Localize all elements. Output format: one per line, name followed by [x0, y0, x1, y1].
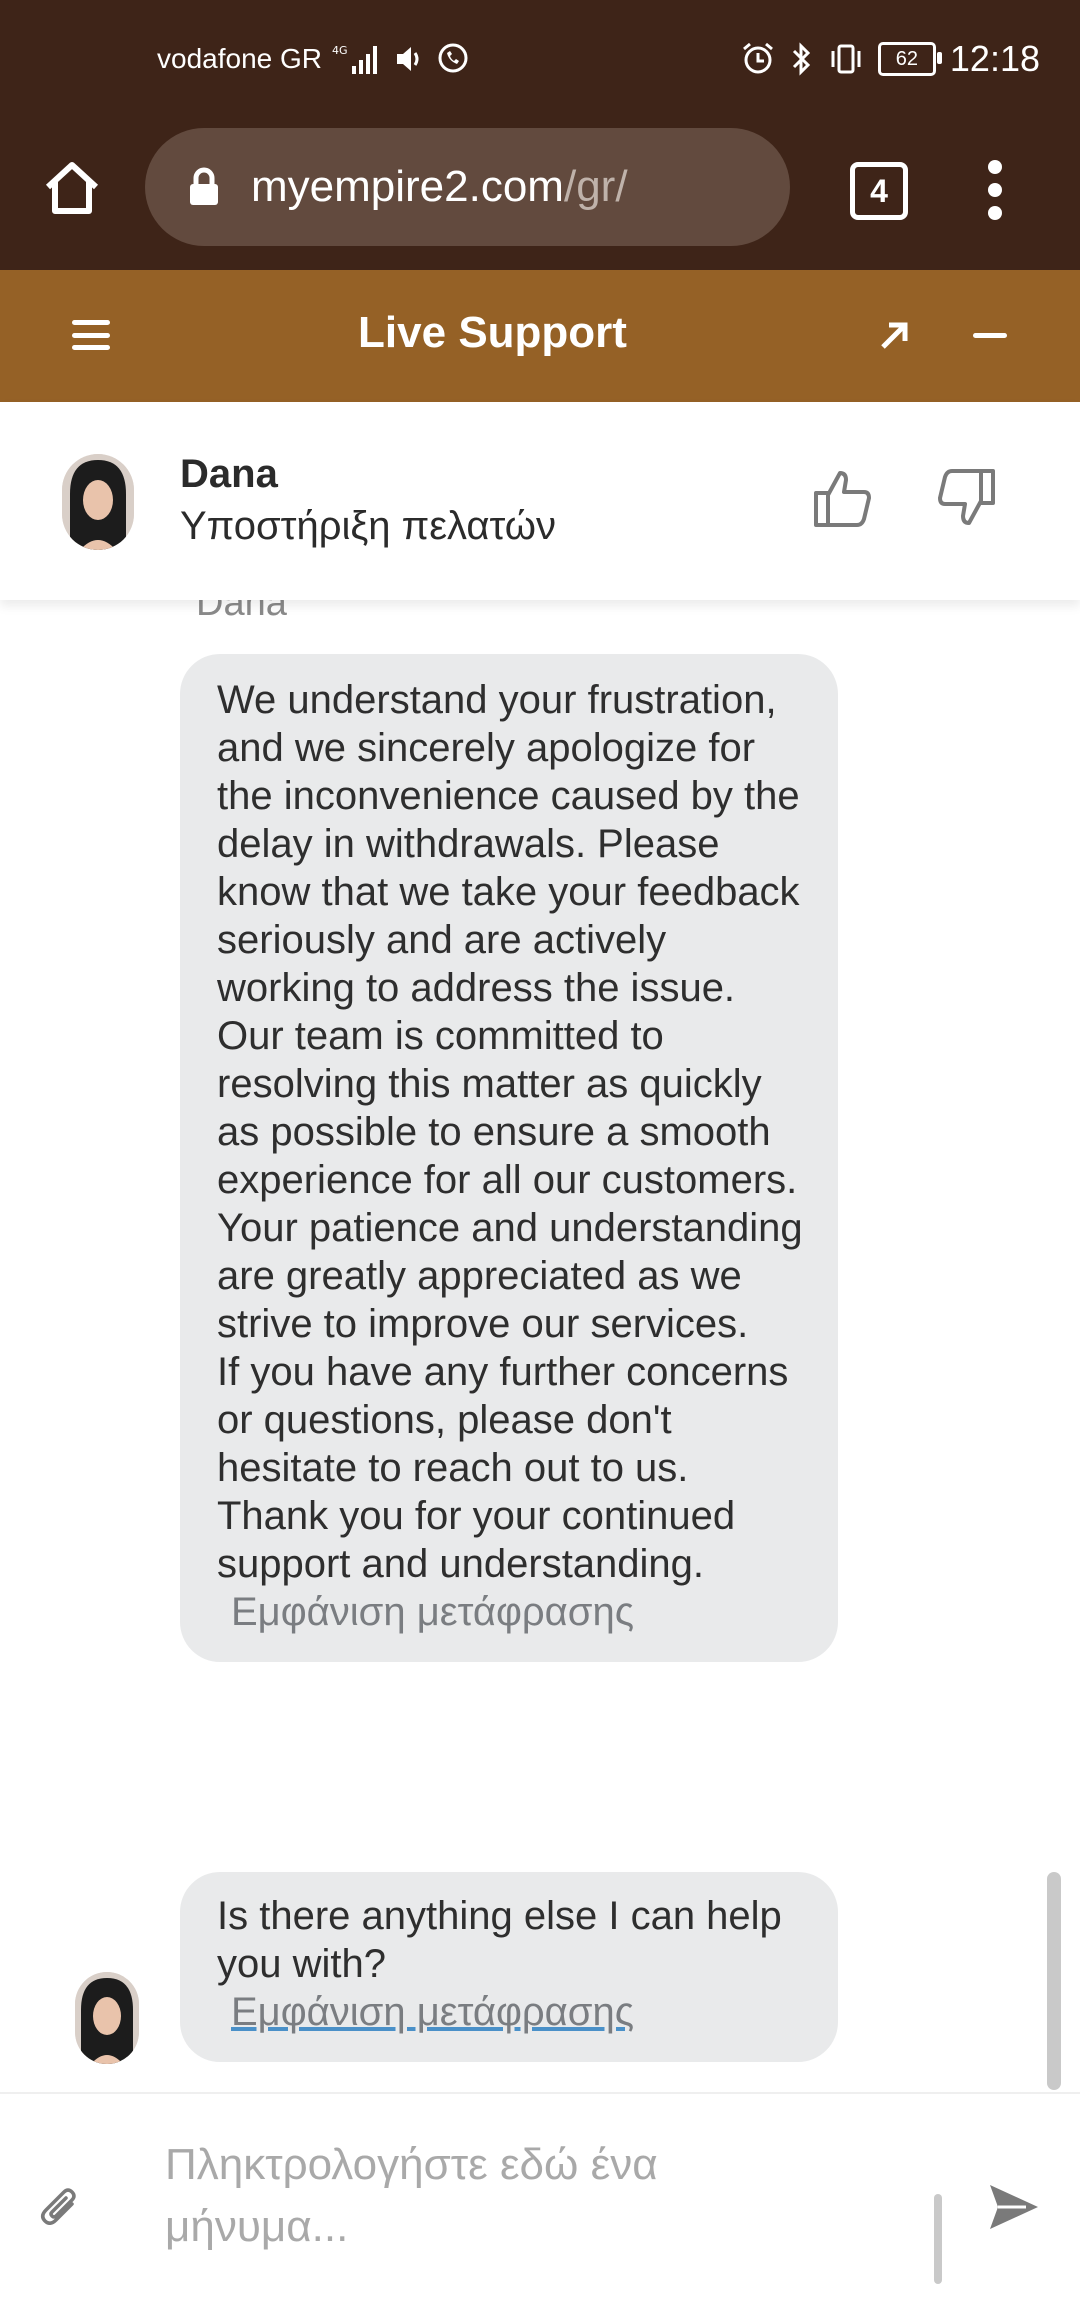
- show-translation-link[interactable]: Εμφάνιση μετάφρασης: [231, 1988, 803, 2036]
- signal-icon: 4G: [332, 42, 384, 76]
- send-icon[interactable]: [988, 2182, 1040, 2232]
- sender-label: Dana: [196, 600, 287, 624]
- thumbs-up-icon[interactable]: [812, 467, 872, 529]
- clock: 12:18: [949, 38, 1040, 79]
- show-translation-link[interactable]: Εμφάνιση μετάφρασης: [231, 1588, 803, 1636]
- alarm-icon: [740, 41, 776, 77]
- agent-avatar-small: [75, 1972, 139, 2064]
- thumbs-down-icon[interactable]: [937, 467, 997, 529]
- message-composer: Πληκτρολογήστε εδώ ένα μήνυμα...: [0, 2092, 1080, 2312]
- tab-count: 4: [870, 172, 888, 209]
- message-text: We understand your frustration, and we s…: [217, 678, 800, 1010]
- message-text: Thank you for your continued support and…: [217, 1494, 736, 1586]
- input-resize-handle[interactable]: [934, 2194, 942, 2284]
- agent-name: Dana: [180, 452, 278, 496]
- vibrate-icon: [828, 41, 864, 77]
- message-text: If you have any further concerns or ques…: [217, 1350, 789, 1490]
- message-input[interactable]: Πληκτρολογήστε εδώ ένα μήνυμα...: [165, 2134, 765, 2258]
- battery-icon: 62: [877, 42, 942, 76]
- message-text: Our team is committed to resolving this …: [217, 1014, 803, 1346]
- address-bar[interactable]: myempire2.com/gr/: [145, 128, 790, 246]
- tab-switcher-button[interactable]: 4: [850, 162, 908, 220]
- lock-icon: [190, 167, 218, 205]
- status-left: vodafone GR 4G: [157, 42, 470, 76]
- menu-dot: [988, 183, 1002, 197]
- expand-icon[interactable]: [875, 315, 915, 355]
- volume-icon: [394, 44, 426, 74]
- home-icon: [45, 162, 99, 214]
- battery-level: 62: [895, 47, 919, 70]
- minimize-icon[interactable]: [973, 333, 1007, 338]
- browser-toolbar: myempire2.com/gr/ 4: [0, 100, 1080, 270]
- status-right: 62 12:18: [740, 38, 1040, 80]
- agent-avatar: [62, 454, 134, 550]
- message-text: Is there anything else I can help you wi…: [217, 1894, 782, 1986]
- url-path: /gr/: [563, 162, 628, 211]
- support-title: Live Support: [358, 308, 627, 357]
- browser-menu-button[interactable]: [980, 160, 1010, 220]
- home-button[interactable]: [40, 155, 104, 219]
- carrier-label: vodafone GR: [157, 43, 322, 74]
- support-header: Live Support: [0, 270, 1080, 402]
- menu-dot: [988, 160, 1002, 174]
- url-domain: myempire2.com: [251, 162, 564, 211]
- chat-area: Dana We understand your frustration, and…: [0, 600, 1080, 2092]
- message-bubble: Is there anything else I can help you wi…: [180, 1872, 838, 2062]
- chat-scrollbar[interactable]: [1047, 1872, 1061, 2090]
- menu-dot: [988, 206, 1002, 220]
- agent-bar: Dana Υποστήριξη πελατών: [0, 402, 1080, 600]
- network-label: 4G: [332, 44, 348, 57]
- message-bubble: We understand your frustration, and we s…: [180, 654, 838, 1662]
- viber-icon: [436, 42, 470, 76]
- paperclip-icon[interactable]: [38, 2182, 82, 2236]
- bluetooth-icon: [790, 41, 814, 77]
- agent-role: Υποστήριξη πελατών: [180, 504, 557, 548]
